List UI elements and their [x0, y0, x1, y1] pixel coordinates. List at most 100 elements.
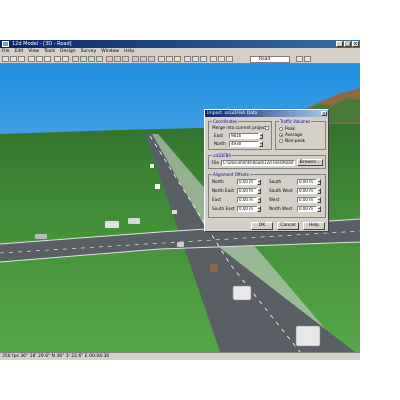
traffic-nonpeak-radio[interactable]	[279, 139, 283, 143]
open-icon[interactable]	[10, 56, 17, 62]
offset-east-spinner[interactable]: ▴	[257, 197, 261, 203]
terrain-icon[interactable]	[148, 56, 155, 62]
offset-northeast-label: North East	[212, 188, 235, 193]
menu-tools[interactable]: Tools	[44, 48, 55, 55]
menu-help[interactable]: Help	[124, 48, 134, 55]
minimize-button[interactable]: _	[336, 41, 343, 47]
offset-northwest-field[interactable]: 0.00 m	[297, 206, 317, 212]
zoom-in-icon[interactable]	[72, 56, 79, 62]
north-field[interactable]: 4930	[229, 141, 259, 147]
merge-label: Merge into current project	[212, 125, 267, 130]
traffic-average-label: Average	[285, 132, 303, 137]
offset-west-spinner[interactable]: ▴	[317, 197, 321, 203]
close-button[interactable]: ×	[352, 41, 359, 47]
cut-icon[interactable]	[28, 56, 35, 62]
zoom-out-icon[interactable]	[80, 56, 87, 62]
offset-south-spinner[interactable]: ▴	[317, 179, 321, 185]
render-icon[interactable]	[200, 56, 207, 62]
offset-north-label: North	[212, 179, 224, 184]
offset-west-label: West	[269, 197, 280, 202]
toolbar: Road	[0, 55, 360, 64]
east-field[interactable]: 9816	[229, 133, 259, 139]
layer-icon[interactable]	[132, 56, 139, 62]
coordinates-group: Coordinates Merge into current project E…	[208, 119, 272, 150]
save-icon[interactable]	[18, 56, 25, 62]
menu-view[interactable]: View	[28, 48, 39, 55]
menu-edit[interactable]: Edit	[15, 48, 24, 55]
file-path-field[interactable]: C:\Documents\Road\12d Files\Road 1\Sampl…	[221, 160, 295, 166]
dialog-title: Import .ssGDFBA Data	[205, 110, 328, 117]
undo-icon[interactable]	[54, 56, 61, 62]
app-icon	[2, 41, 9, 47]
stop-icon[interactable]	[174, 56, 181, 62]
north-spinner[interactable]: ▴	[259, 141, 263, 147]
measure-icon[interactable]	[114, 56, 121, 62]
pan-icon[interactable]	[88, 56, 95, 62]
offset-southeast-field[interactable]: 0.00 m	[237, 206, 257, 212]
menu-bar: File Edit View Tools Design Survey Windo…	[0, 48, 360, 55]
menu-design[interactable]: Design	[60, 48, 76, 55]
menu-file[interactable]: File	[2, 48, 10, 55]
offset-southwest-label: South West	[269, 188, 293, 193]
offset-southwest-field[interactable]: 0.00 m	[297, 188, 317, 194]
menu-window[interactable]: Window	[101, 48, 119, 55]
merge-checkbox[interactable]	[265, 126, 269, 130]
offset-north-spinner[interactable]: ▴	[257, 179, 261, 185]
alignment-offsets-title: Alignment Offsets	[212, 172, 250, 177]
offset-west-field[interactable]: 0.00 m	[297, 197, 317, 203]
dialog-close-button[interactable]: ×	[321, 111, 327, 116]
offset-northeast-field[interactable]: 0.00 m	[237, 188, 257, 194]
offset-south-field[interactable]: 0.00 m	[297, 179, 317, 185]
vehicle-icon[interactable]	[158, 56, 165, 62]
menu-survey[interactable]: Survey	[81, 48, 97, 55]
rotate-icon[interactable]	[96, 56, 103, 62]
new-icon[interactable]	[2, 56, 9, 62]
east-spinner[interactable]: ▴	[259, 133, 263, 139]
browse-button[interactable]: Browse...	[297, 159, 323, 166]
offset-northeast-spinner[interactable]: ▴	[257, 188, 261, 194]
cancel-button[interactable]: Cancel	[277, 222, 299, 230]
title-bar: 12d Model - [3D - Road] _ □ ×	[0, 40, 360, 48]
play-icon[interactable]	[166, 56, 173, 62]
ok-button[interactable]: OK	[251, 222, 273, 230]
properties-icon[interactable]	[210, 56, 217, 62]
offset-northwest-spinner[interactable]: ▴	[317, 206, 321, 212]
traffic-peak-radio[interactable]	[279, 127, 283, 131]
offset-east-field[interactable]: 0.00 m	[237, 197, 257, 203]
copy-icon[interactable]	[36, 56, 43, 62]
refresh-icon[interactable]	[304, 56, 311, 62]
offset-southeast-spinner[interactable]: ▴	[257, 206, 261, 212]
offset-southwest-spinner[interactable]: ▴	[317, 188, 321, 194]
select-icon[interactable]	[106, 56, 113, 62]
light-icon[interactable]	[192, 56, 199, 62]
offset-southeast-label: South East	[212, 206, 235, 211]
traffic-volumes-title: Traffic Volumes	[279, 119, 312, 124]
help-button[interactable]: Help	[303, 222, 325, 230]
settings-icon[interactable]	[218, 56, 225, 62]
camera-icon[interactable]	[184, 56, 191, 62]
draw-icon[interactable]	[122, 56, 129, 62]
3d-viewport[interactable]: Import .ssGDFBA Data × Coordinates Merge…	[0, 64, 360, 352]
info-icon[interactable]	[226, 56, 233, 62]
offset-south-label: South	[269, 179, 282, 184]
offset-north-field[interactable]: 0.00 m	[237, 179, 257, 185]
paste-icon[interactable]	[44, 56, 51, 62]
file-group: ssGDFBA File C:\Documents\Road\12d Files…	[208, 153, 326, 169]
maximize-button[interactable]: □	[344, 41, 351, 47]
application-window: 12d Model - [3D - Road] _ □ × File Edit …	[0, 40, 360, 360]
view-select[interactable]: Road	[250, 56, 290, 63]
status-bar: 356 fps 36° 18' 29.6" N 36° 3' 22.6" E 0…	[0, 352, 360, 360]
offset-east-label: East	[212, 197, 222, 202]
north-label: North	[214, 141, 226, 146]
grid-icon[interactable]	[140, 56, 147, 62]
east-label: East	[214, 133, 224, 138]
import-dialog: Import .ssGDFBA Data × Coordinates Merge…	[204, 109, 329, 232]
coordinates-group-title: Coordinates	[212, 119, 239, 124]
file-group-title: ssGDFBA	[212, 153, 233, 158]
traffic-average-radio[interactable]	[279, 133, 283, 137]
window-controls: _ □ ×	[336, 41, 359, 47]
redo-icon[interactable]	[62, 56, 69, 62]
view-options-icon[interactable]	[296, 56, 303, 62]
traffic-volumes-group: Traffic Volumes Peak Average Non-peak	[275, 119, 326, 150]
traffic-nonpeak-label: Non-peak	[285, 138, 306, 143]
